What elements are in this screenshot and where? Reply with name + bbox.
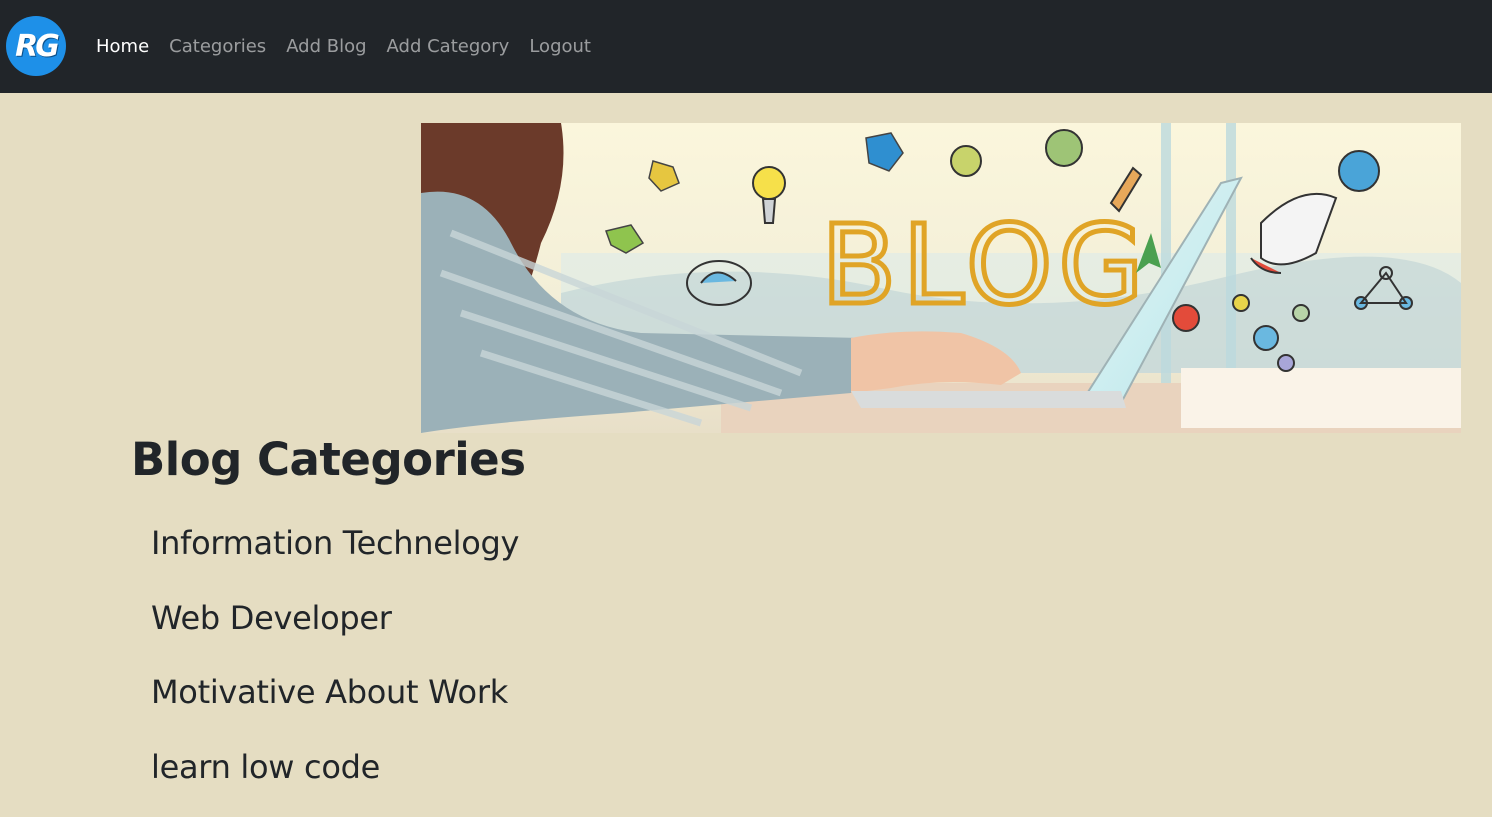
brand-logo[interactable]: RG [6, 16, 66, 76]
page-title: Blog Categories [131, 433, 526, 486]
category-item-learn-low-code[interactable]: learn low code [151, 742, 519, 817]
category-item-information-technology[interactable]: Information Technelogy [151, 518, 519, 593]
category-item-web-developer[interactable]: Web Developer [151, 593, 519, 668]
hero-blog-text: BLOG [821, 201, 1150, 329]
brand-logo-text: RG [15, 28, 60, 64]
nav-links: Home Categories Add Blog Add Category Lo… [96, 0, 611, 93]
nav-link-add-blog[interactable]: Add Blog [286, 36, 366, 57]
hero-banner-image: BLOG [421, 123, 1461, 433]
nav-link-add-category[interactable]: Add Category [387, 36, 510, 57]
category-item-motivative-about-work[interactable]: Motivative About Work [151, 667, 519, 742]
nav-link-categories[interactable]: Categories [169, 36, 266, 57]
nav-link-logout[interactable]: Logout [529, 36, 591, 57]
nav-link-home[interactable]: Home [96, 36, 149, 57]
navbar: RG Home Categories Add Blog Add Category… [0, 0, 1492, 93]
category-list: Information Technelogy Web Developer Mot… [151, 518, 519, 817]
